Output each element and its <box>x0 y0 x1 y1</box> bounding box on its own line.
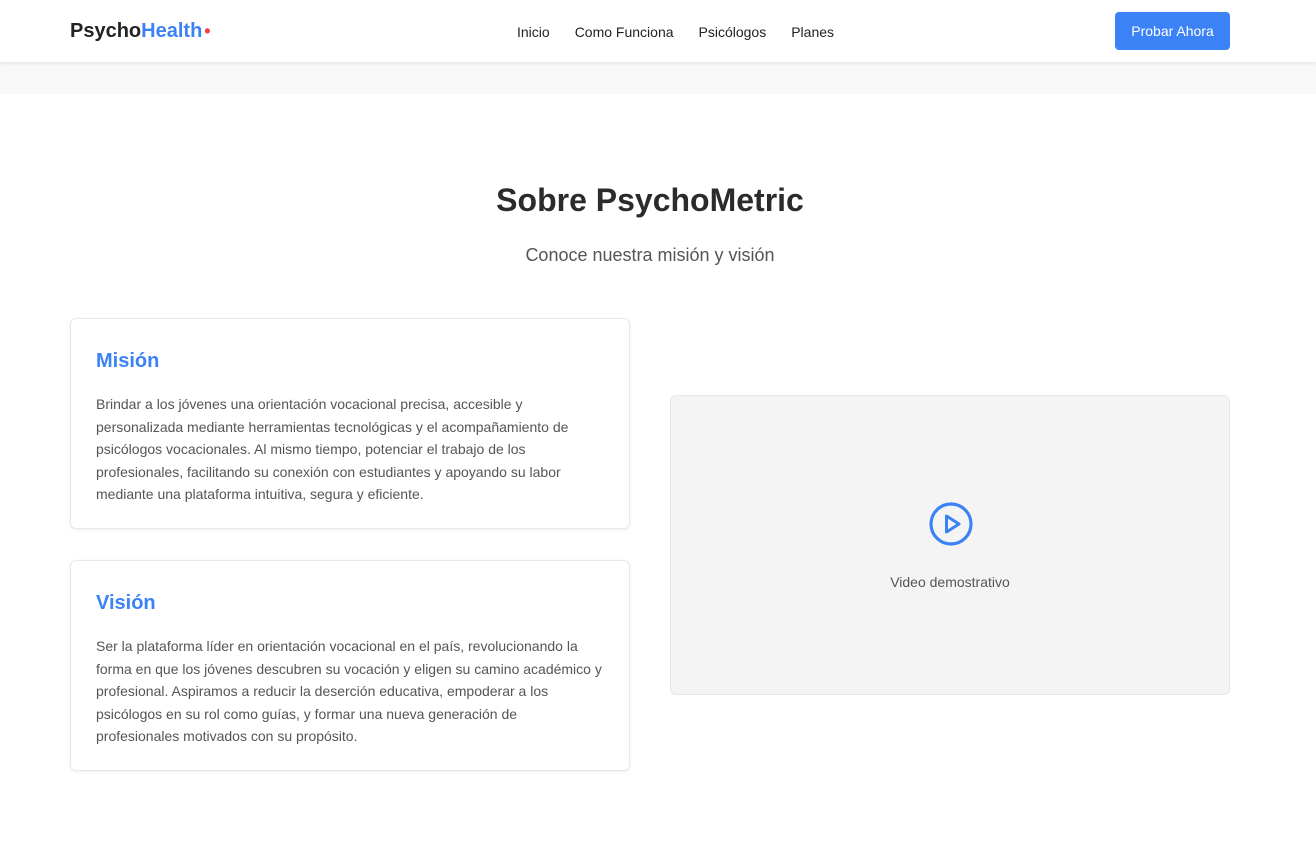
logo[interactable]: PsychoHealth • <box>70 19 211 43</box>
mision-heading: Misión <box>96 350 160 372</box>
vision-text: Ser la plataforma líder en orientación v… <box>96 638 602 744</box>
section-subtitle: Conoce nuestra misión y visión <box>525 245 775 265</box>
header-spacer-band <box>0 62 1316 94</box>
main-nav: Inicio Como Funciona Psicólogos Planes <box>517 23 834 41</box>
navbar: PsychoHealth • Inicio Como Funciona Psicó… <box>0 0 1316 62</box>
try-now-button[interactable]: Probar Ahora <box>1115 12 1230 50</box>
play-circle-icon[interactable] <box>928 501 974 547</box>
logo-primary: Psycho <box>70 20 142 42</box>
vision-card: Visión Ser la plataforma líder en orient… <box>70 560 630 771</box>
mision-text: Brindar a los jóvenes una orientación vo… <box>96 396 569 502</box>
section-title: Sobre PsychoMetric <box>496 182 804 218</box>
nav-link-planes[interactable]: Planes <box>791 23 834 41</box>
logo-accent: Health <box>141 20 203 42</box>
nav-link-inicio[interactable]: Inicio <box>517 23 550 41</box>
video-label: Video demostrativo <box>890 574 1010 590</box>
demo-video[interactable]: Video demostrativo <box>670 395 1230 695</box>
logo-dot: • <box>204 21 211 41</box>
vision-heading: Visión <box>96 592 156 614</box>
nav-link-psicologos[interactable]: Psicólogos <box>699 23 767 41</box>
nav-link-como-funciona[interactable]: Como Funciona <box>575 23 674 41</box>
mision-card: Misión Brindar a los jóvenes una orienta… <box>70 318 630 529</box>
